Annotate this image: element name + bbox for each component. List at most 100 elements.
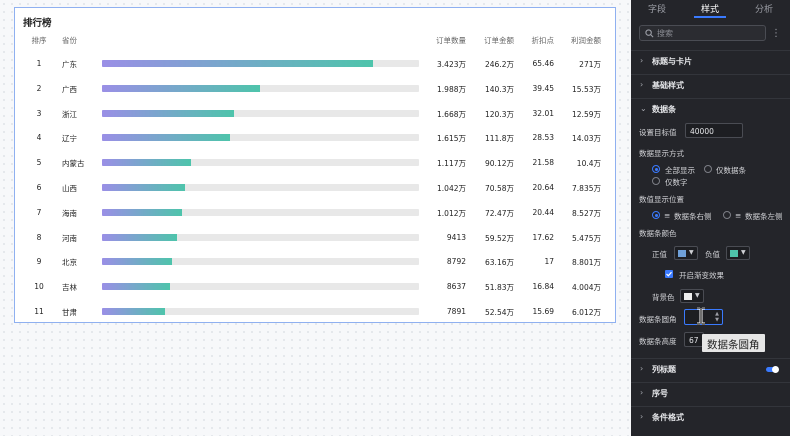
orders-cell: 1.668万 bbox=[437, 109, 466, 119]
data-bar-track bbox=[102, 258, 419, 266]
section-label: 标题与卡片 bbox=[652, 57, 692, 66]
data-bar-track bbox=[102, 109, 419, 117]
tab-fields[interactable]: 字段 bbox=[648, 2, 666, 15]
radio-position-left-label: 数据条左侧 bbox=[745, 212, 783, 221]
active-tab-indicator bbox=[694, 16, 726, 18]
data-bar-track bbox=[102, 233, 419, 241]
chevron-right-icon: › bbox=[640, 412, 644, 421]
tab-analysis[interactable]: 分析 bbox=[755, 2, 773, 15]
amount-cell: 246.2万 bbox=[485, 60, 514, 69]
table-row: 11 甘肃 7891 52.54万 15.69 6.012万 bbox=[15, 299, 615, 324]
amount-cell: 63.16万 bbox=[485, 258, 514, 268]
data-bar-fill bbox=[102, 60, 374, 67]
profit-cell: 6.012万 bbox=[572, 308, 601, 317]
profit-cell: 14.03万 bbox=[572, 134, 601, 144]
more-vertical-icon[interactable]: ⋮ bbox=[771, 28, 781, 39]
section-serial[interactable]: › 序号 bbox=[631, 382, 790, 402]
gradient-checkbox[interactable] bbox=[665, 270, 673, 278]
ranking-card[interactable]: 排行榜 排序 省份 订单数量 订单金额 折扣点 利润金额 1 广东 3.423万 24… bbox=[14, 7, 616, 323]
table-row: 1 广东 3.423万 246.2万 65.46 271万 bbox=[15, 51, 615, 76]
discount-cell: 65.46 bbox=[532, 59, 554, 68]
radio-display-bar-only[interactable] bbox=[704, 165, 712, 173]
rank-cell: 6 bbox=[36, 183, 42, 192]
discount-cell: 20.44 bbox=[532, 207, 554, 217]
amount-cell: 52.54万 bbox=[485, 308, 514, 317]
rank-cell: 3 bbox=[36, 108, 42, 118]
profit-cell: 4.004万 bbox=[572, 283, 601, 293]
bar-height-input[interactable]: 67 bbox=[684, 332, 704, 347]
province-cell: 甘肃 bbox=[62, 308, 77, 317]
bg-color-picker[interactable]: ▼ bbox=[680, 289, 704, 303]
header-amount: 订单金额 bbox=[484, 36, 514, 45]
discount-cell: 39.45 bbox=[532, 83, 554, 93]
text-cursor-icon bbox=[697, 307, 705, 325]
style-panel: 字段 样式 分析 ⋮ › 标题与卡片 › 基础样式 ⌄ 数据条 设置目标值 40… bbox=[631, 0, 790, 436]
profit-cell: 5.475万 bbox=[572, 233, 601, 243]
display-mode-label: 数据显示方式 bbox=[639, 149, 684, 158]
rank-cell: 9 bbox=[36, 257, 42, 267]
section-label: 列标题 bbox=[652, 365, 676, 374]
rank-cell: 2 bbox=[36, 83, 42, 93]
discount-cell: 32.01 bbox=[532, 108, 554, 118]
profit-cell: 8.801万 bbox=[572, 258, 601, 268]
province-cell: 吉林 bbox=[62, 283, 77, 293]
amount-cell: 140.3万 bbox=[485, 84, 514, 94]
align-left-icon: ≡ bbox=[735, 211, 742, 220]
amount-cell: 90.12万 bbox=[485, 159, 514, 169]
target-value-label: 设置目标值 bbox=[639, 128, 677, 137]
discount-cell: 28.53 bbox=[532, 133, 554, 143]
data-bar-track bbox=[102, 134, 419, 142]
chevron-right-icon: › bbox=[640, 364, 644, 373]
stepper-arrows-icon[interactable]: ▲ ▼ bbox=[715, 311, 719, 323]
negative-color-picker[interactable]: ▼ bbox=[726, 246, 750, 260]
column-title-toggle[interactable] bbox=[766, 365, 779, 373]
discount-cell: 17.62 bbox=[532, 232, 554, 242]
section-data-bar[interactable]: ⌄ 数据条 bbox=[631, 98, 790, 118]
province-cell: 广东 bbox=[62, 60, 77, 69]
rank-cell: 4 bbox=[36, 133, 42, 143]
search-box[interactable] bbox=[639, 25, 766, 41]
caret-down-icon: ▼ bbox=[695, 292, 700, 299]
section-label: 序号 bbox=[652, 389, 668, 398]
radio-display-all[interactable] bbox=[652, 165, 660, 173]
section-conditional-format[interactable]: › 条件格式 bbox=[631, 406, 790, 426]
section-label: 条件格式 bbox=[652, 413, 684, 422]
rank-cell: 5 bbox=[36, 158, 42, 168]
gradient-checkbox-label: 开启渐变效果 bbox=[679, 271, 724, 280]
discount-cell: 20.64 bbox=[532, 183, 554, 192]
chevron-down-icon: ⌄ bbox=[640, 104, 647, 113]
radio-position-left[interactable] bbox=[723, 211, 731, 219]
bar-color-label: 数据条颜色 bbox=[639, 229, 677, 238]
orders-cell: 8792 bbox=[446, 257, 466, 267]
data-bar-track bbox=[102, 184, 419, 191]
radio-display-number-only[interactable] bbox=[652, 177, 660, 185]
amount-cell: 72.47万 bbox=[485, 208, 514, 218]
data-bar-track bbox=[102, 283, 419, 291]
table-row: 7 海南 1.012万 72.47万 20.44 8.527万 bbox=[15, 200, 615, 225]
tab-style[interactable]: 样式 bbox=[701, 2, 719, 15]
section-label: 数据条 bbox=[652, 105, 676, 114]
search-input[interactable] bbox=[657, 27, 757, 39]
province-cell: 山西 bbox=[62, 184, 77, 193]
positive-color-swatch bbox=[678, 250, 686, 257]
positive-color-picker[interactable]: ▼ bbox=[674, 246, 698, 260]
amount-cell: 70.58万 bbox=[485, 184, 514, 193]
header-discount: 折扣点 bbox=[531, 36, 555, 45]
discount-cell: 15.69 bbox=[532, 307, 554, 316]
section-title-card[interactable]: › 标题与卡片 bbox=[631, 50, 790, 70]
position-label: 数值显示位置 bbox=[639, 195, 684, 204]
radio-position-right-label: 数据条右侧 bbox=[674, 212, 712, 221]
chevron-right-icon: › bbox=[640, 56, 644, 65]
radio-position-right[interactable] bbox=[652, 211, 660, 219]
section-label: 基础样式 bbox=[652, 81, 684, 90]
table-row: 4 辽宁 1.615万 111.8万 28.53 14.03万 bbox=[15, 125, 615, 150]
bar-radius-label: 数据条圆角 bbox=[639, 315, 677, 324]
positive-color-label: 正值 bbox=[652, 250, 667, 259]
section-basic-style[interactable]: › 基础样式 bbox=[631, 74, 790, 94]
orders-cell: 3.423万 bbox=[437, 60, 466, 69]
profit-cell: 271万 bbox=[579, 60, 601, 69]
chevron-right-icon: › bbox=[640, 388, 644, 397]
discount-cell: 21.58 bbox=[532, 158, 554, 168]
data-bar-track bbox=[102, 60, 419, 67]
target-value-input[interactable]: 40000 bbox=[685, 123, 743, 138]
